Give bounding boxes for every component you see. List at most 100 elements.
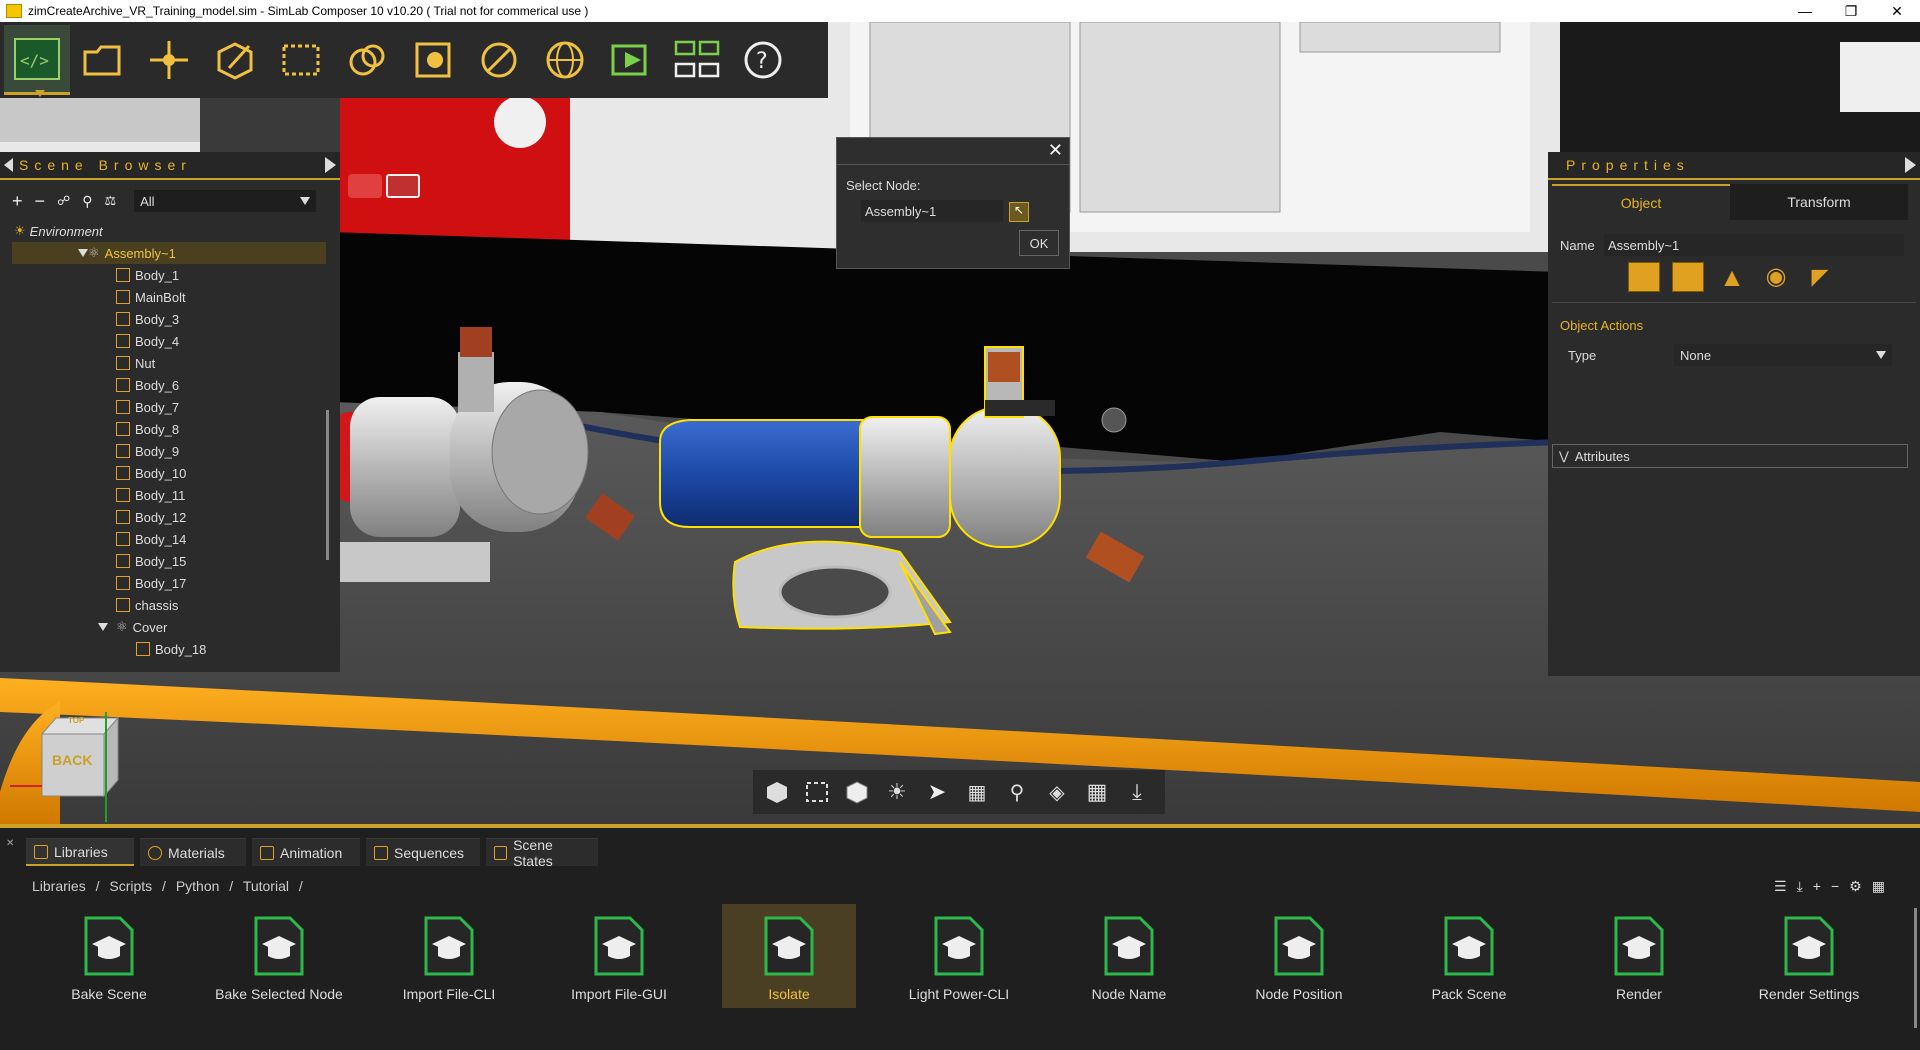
layers-tool[interactable]: ◈ [1037, 772, 1077, 812]
fit-view-tool[interactable] [797, 772, 837, 812]
search-icon[interactable]: ⚲ [82, 193, 92, 210]
add-icon[interactable]: + [1813, 878, 1821, 895]
library-item[interactable]: Isolate [722, 904, 856, 1008]
type-dropdown[interactable]: None [1674, 344, 1892, 366]
frame-add-icon[interactable] [386, 174, 420, 198]
shape-icon[interactable]: ▲ [1716, 262, 1748, 292]
environment-button[interactable] [532, 25, 598, 95]
grid-view-icon[interactable]: ▦ [1872, 878, 1885, 895]
download-icon[interactable]: ⤓ [1797, 878, 1803, 895]
collapse-left-icon[interactable] [4, 158, 13, 172]
eye-icon[interactable]: ◉ [1760, 262, 1792, 292]
camera-icon[interactable] [348, 174, 382, 198]
measure-button[interactable] [466, 25, 532, 95]
maximize-icon[interactable]: ❐ [1828, 0, 1874, 22]
minimize-icon[interactable]: — [1782, 0, 1828, 22]
dialog-close-icon[interactable]: ✕ [1048, 140, 1063, 161]
transform-button[interactable] [136, 25, 202, 95]
help-button[interactable]: ? [730, 25, 796, 95]
tree-item-body[interactable]: Body_6 [0, 374, 330, 396]
shading-tool[interactable] [837, 772, 877, 812]
tree-item-body[interactable]: Body_11 [0, 484, 330, 506]
viewcube-back-label[interactable]: BACK [52, 752, 92, 768]
tab-scene-states[interactable]: Scene States [486, 837, 598, 869]
expand-right-icon[interactable] [325, 157, 336, 173]
toolbar-dropdown-icon[interactable] [35, 90, 45, 97]
name-field[interactable]: Assembly~1 [1604, 234, 1904, 256]
library-item[interactable]: Node Position [1232, 904, 1366, 1008]
ok-button[interactable]: OK [1019, 230, 1059, 256]
flow-button[interactable] [664, 25, 730, 95]
unlock-icon[interactable]: ◤ [1804, 262, 1836, 292]
tab-animation[interactable]: Animation [252, 838, 360, 866]
node-input[interactable]: Assembly~1 [861, 200, 1003, 222]
tree-item-body[interactable]: MainBolt [0, 286, 330, 308]
script-editor-button[interactable]: </> [4, 25, 70, 95]
library-item[interactable]: Node Name [1062, 904, 1196, 1008]
tab-libraries[interactable]: Libraries [26, 838, 134, 866]
tree-item-body[interactable]: Body_17 [0, 572, 330, 594]
edit-button[interactable] [202, 25, 268, 95]
tree-item-body[interactable]: Body_3 [0, 308, 330, 330]
library-scrollbar[interactable] [1914, 908, 1917, 1028]
library-item[interactable]: Pack Scene [1402, 904, 1536, 1008]
grid-tool[interactable]: ▦ [1077, 772, 1117, 812]
library-item[interactable]: Light Power-CLI [892, 904, 1026, 1008]
expand-toggle-icon[interactable] [78, 249, 88, 257]
pick-node-icon[interactable]: ↖ [1009, 202, 1029, 222]
tab-materials[interactable]: Materials [140, 838, 246, 866]
scene-states-button[interactable] [400, 25, 466, 95]
zoom-tool[interactable]: ⚲ [997, 772, 1037, 812]
open-file-button[interactable] [70, 25, 136, 95]
tree-item-body-18[interactable]: Body_18 [0, 638, 330, 660]
library-item[interactable]: Render [1572, 904, 1706, 1008]
tree-item-body[interactable]: Body_14 [0, 528, 330, 550]
tree-item-body[interactable]: Body_4 [0, 330, 330, 352]
library-item[interactable]: Render Settings [1742, 904, 1876, 1008]
tree-item-label: Body_9 [135, 443, 180, 459]
view-cube-tool[interactable] [757, 772, 797, 812]
tree-item-body[interactable]: Body_9 [0, 440, 330, 462]
light-tool[interactable]: ☀ [877, 772, 917, 812]
select-tool[interactable]: ➤ [917, 772, 957, 812]
remove-icon[interactable]: − [1831, 878, 1839, 895]
tree-item-environment[interactable]: ☀ Environment [0, 220, 330, 242]
layer-2-icon[interactable] [1672, 262, 1704, 292]
tab-object[interactable]: Object [1552, 184, 1730, 220]
settings-icon[interactable]: ⚙ [1849, 878, 1862, 895]
tab-transform[interactable]: Transform [1730, 184, 1908, 220]
tree-item-body[interactable]: chassis [0, 594, 330, 616]
tree-item-body[interactable]: Body_7 [0, 396, 330, 418]
link-icon[interactable]: ☍ [57, 193, 70, 209]
expand-toggle-icon[interactable] [98, 623, 108, 631]
tree-item-body[interactable]: Body_8 [0, 418, 330, 440]
attributes-section[interactable]: ⋁ Attributes [1552, 444, 1908, 468]
tree-item-body[interactable]: Body_10 [0, 462, 330, 484]
add-icon[interactable]: + [12, 191, 23, 212]
tree-item-body[interactable]: Body_1 [0, 264, 330, 286]
layer-1-icon[interactable] [1628, 262, 1660, 292]
library-item[interactable]: Bake Selected Node [212, 904, 346, 1008]
animation-button[interactable] [598, 25, 664, 95]
library-item[interactable]: Import File-GUI [552, 904, 686, 1008]
filter-dropdown[interactable]: All [134, 190, 317, 212]
tree-item-body[interactable]: Body_12 [0, 506, 330, 528]
tree-item-cover[interactable]: ⚛ Cover [0, 616, 330, 638]
tree-item-assembly[interactable]: ⚛ Assembly~1 [12, 242, 326, 264]
drop-tool[interactable]: ⤓ [1117, 772, 1157, 812]
materials-button[interactable] [334, 25, 400, 95]
selection-button[interactable] [268, 25, 334, 95]
tree-item-body[interactable]: Nut [0, 352, 330, 374]
tree-item-body[interactable]: Body_15 [0, 550, 330, 572]
remove-icon[interactable]: − [35, 191, 46, 212]
expand-right-icon[interactable] [1905, 157, 1916, 173]
library-item[interactable]: Bake Scene [42, 904, 176, 1008]
dock-close-icon[interactable]: ✕ [6, 838, 14, 849]
tree-scrollbar[interactable] [326, 410, 329, 560]
tab-sequences[interactable]: Sequences [366, 838, 480, 866]
mesh-tool[interactable]: ▦ [957, 772, 997, 812]
list-view-icon[interactable]: ☰ [1774, 878, 1787, 895]
hierarchy-icon[interactable]: ⚖ [104, 193, 116, 209]
library-item[interactable]: Import File-CLI [382, 904, 516, 1008]
close-icon[interactable]: ✕ [1874, 0, 1920, 22]
